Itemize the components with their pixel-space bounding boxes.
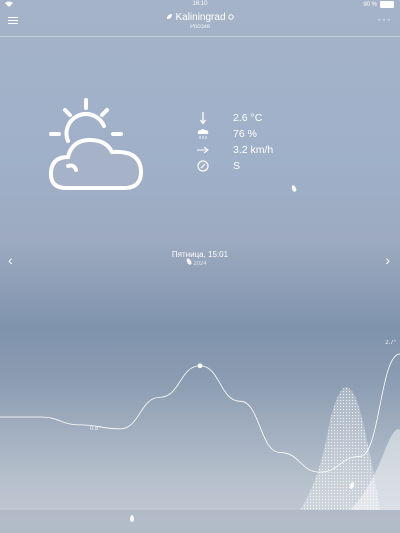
status-time: 16:10 [192,1,208,7]
date-sub: 2024 [193,261,207,267]
chart-max-point [197,363,203,369]
chart-min-label: 0.8° [90,426,101,432]
bottom-bar [0,510,400,533]
battery-indicator: 90 % [363,1,394,8]
compass-icon [195,159,211,173]
wind-speed-value: 3.2 km/h [233,144,274,156]
wind-direction-value: S [233,160,241,172]
current-conditions: 2.6 °C 76 % 3.2 km/h S [195,110,273,174]
humidity-row: 76 % [195,126,273,142]
temperature-row: 2.6 °C [195,110,273,126]
wind-icon [195,143,211,157]
temperature-value: 2.6 °C [233,112,263,124]
status-bar: 16:10 90 % [0,0,400,10]
country-name: Россия [190,24,210,30]
chart-max-label: 2.7° [385,340,396,346]
wind-speed-row: 3.2 km/h [195,142,273,158]
thermometer-icon [195,111,211,125]
humidity-cloud-icon [195,127,211,141]
raindrop-icon [290,184,298,193]
location-leaf-icon [166,14,172,19]
battery-icon [380,1,394,8]
city-name: Kaliningrad [175,12,226,23]
date-main: Пятница, 15:01 [171,250,229,259]
wind-direction-row: S [195,158,273,174]
raindrop-icon [130,515,134,522]
refresh-icon[interactable] [228,14,234,20]
temperature-chart [0,353,400,510]
partly-cloudy-icon [46,96,146,192]
battery-percent: 90 % [363,1,377,8]
more-options-icon[interactable]: ··· [377,12,392,26]
top-bar: Kaliningrad Россия ··· [0,10,400,37]
location-title[interactable]: Kaliningrad Россия [0,12,400,30]
humidity-value: 76 % [233,128,257,140]
date-block: Пятница, 15:01 2024 [0,250,400,267]
